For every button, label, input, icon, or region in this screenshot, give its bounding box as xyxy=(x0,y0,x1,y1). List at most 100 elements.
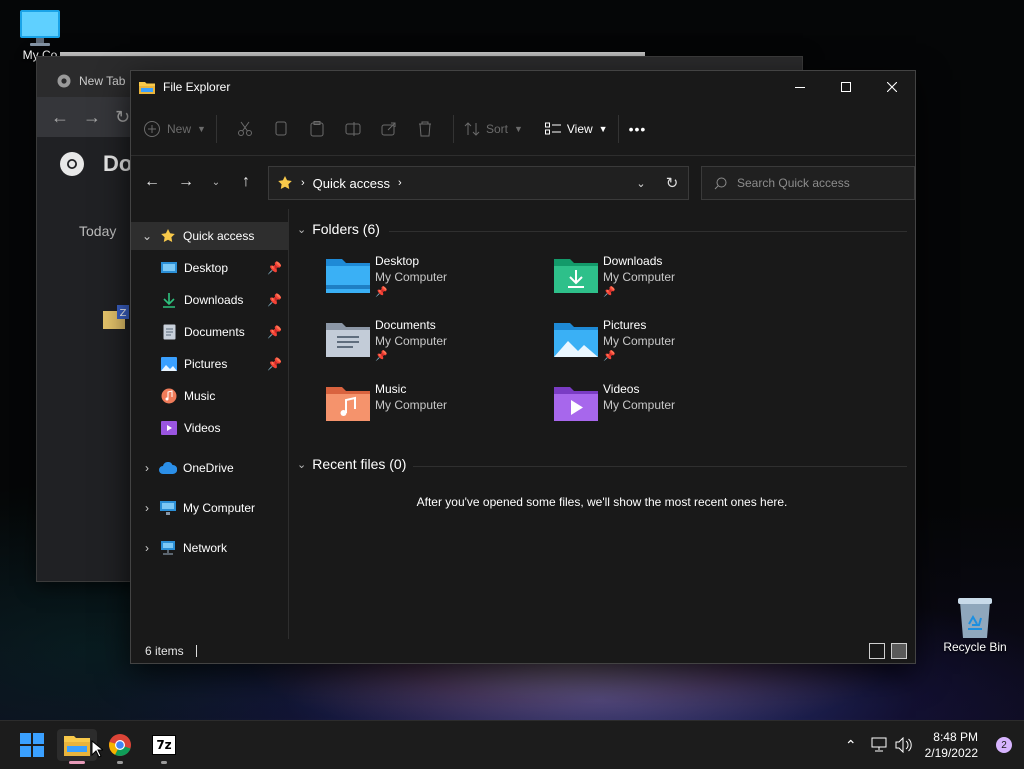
notification-badge[interactable]: 2 xyxy=(996,737,1012,753)
delete-button[interactable] xyxy=(412,116,438,142)
taskbar-7zip[interactable]: 7z xyxy=(144,729,184,764)
start-button[interactable] xyxy=(12,729,52,761)
pin-icon: 📌 xyxy=(603,287,616,298)
details-view-icon[interactable] xyxy=(869,643,885,659)
new-button[interactable]: New ▼ xyxy=(143,113,206,145)
folder-tile-videos[interactable]: Videos My Computer xyxy=(553,381,773,439)
sidebar-item-pictures[interactable]: Pictures 📌 xyxy=(131,350,288,378)
zip-file-icon[interactable]: Z xyxy=(103,305,129,331)
chevron-down-icon[interactable]: ⌄ xyxy=(140,229,154,243)
paste-icon xyxy=(310,121,324,137)
sort-button[interactable]: Sort ▼ xyxy=(464,113,523,145)
minimize-button[interactable] xyxy=(777,71,823,103)
music-icon xyxy=(161,388,177,404)
address-history-dropdown[interactable]: ⌄ xyxy=(626,177,656,190)
chrome-icon xyxy=(109,734,131,756)
chevron-right-icon[interactable]: › xyxy=(140,461,154,475)
folders-group-header[interactable]: ⌄ Folders (6) xyxy=(297,221,380,237)
sevenzip-label: 7z xyxy=(156,738,172,752)
desktop-icon-recycle-bin[interactable]: Recycle Bin xyxy=(936,596,1014,654)
file-explorer-icon xyxy=(64,736,90,756)
show-hidden-icons-button[interactable]: ⌃ xyxy=(845,737,857,754)
folder-tile-pictures[interactable]: Pictures My Computer 📌 xyxy=(553,317,773,375)
clock-date: 2/19/2022 xyxy=(924,746,978,760)
command-bar: New ▼ Sort ▼ View ▼ ••• xyxy=(131,103,915,156)
forward-button[interactable]: → xyxy=(169,168,203,196)
pin-icon: 📌 xyxy=(267,293,282,307)
pictures-folder-icon xyxy=(554,323,598,357)
sort-label: Sort xyxy=(485,122,508,136)
mouse-cursor-icon xyxy=(91,740,103,758)
pin-icon: 📌 xyxy=(267,261,282,275)
folder-location: My Computer xyxy=(375,334,448,348)
sidebar-item-videos[interactable]: Videos xyxy=(131,414,288,442)
search-box[interactable]: Search Quick access xyxy=(701,166,915,200)
folder-tile-documents[interactable]: Documents My Computer 📌 xyxy=(325,317,545,375)
up-button[interactable]: ↑ xyxy=(229,168,263,196)
sidebar-item-onedrive[interactable]: › OneDrive xyxy=(131,454,288,482)
folder-location: My Computer xyxy=(603,334,676,348)
running-indicator xyxy=(161,761,167,764)
rename-button[interactable] xyxy=(340,116,366,142)
paste-button[interactable] xyxy=(304,116,330,142)
sidebar-item-network[interactable]: › Network xyxy=(131,534,288,562)
see-more-button[interactable]: ••• xyxy=(629,113,647,145)
taskbar: 7z ⌃ 8:48 PM 2/19/2022 2 xyxy=(0,720,1024,769)
recent-group-header[interactable]: ⌄ Recent files (0) xyxy=(297,456,406,472)
maximize-button[interactable] xyxy=(823,71,869,103)
desktop: My Co New Tab ← → ↻ Do Today Z File Expl… xyxy=(0,0,1024,720)
forward-icon[interactable]: → xyxy=(83,107,101,128)
share-button[interactable] xyxy=(376,116,402,142)
recent-locations-button[interactable]: ⌄ xyxy=(203,168,229,196)
copy-button[interactable] xyxy=(268,116,294,142)
sidebar-item-desktop[interactable]: Desktop 📌 xyxy=(131,254,288,282)
view-button[interactable]: View ▼ xyxy=(544,113,608,145)
folder-tile-downloads[interactable]: Downloads My Computer 📌 xyxy=(553,253,773,311)
star-icon xyxy=(278,176,292,189)
taskbar-chrome[interactable] xyxy=(100,729,140,764)
recent-empty-message: After you've opened some files, we'll sh… xyxy=(416,495,788,509)
tiles-view-icon[interactable] xyxy=(891,643,907,659)
chevron-down-icon: ▼ xyxy=(197,124,206,134)
network-icon[interactable] xyxy=(871,737,887,753)
chevron-right-icon[interactable]: › xyxy=(398,177,402,189)
downloads-folder-icon xyxy=(554,259,598,293)
running-indicator xyxy=(117,761,123,764)
reload-icon[interactable]: ↻ xyxy=(115,107,130,128)
videos-folder-icon xyxy=(554,387,598,421)
pin-icon: 📌 xyxy=(375,351,388,362)
close-icon xyxy=(887,82,897,92)
sidebar-item-label: Desktop xyxy=(184,261,229,275)
chevron-right-icon[interactable]: › xyxy=(140,541,154,555)
back-arrow-icon: ← xyxy=(144,173,160,190)
close-button[interactable] xyxy=(869,71,915,103)
back-button[interactable]: ← xyxy=(135,168,169,196)
folder-tile-music[interactable]: Music My Computer xyxy=(325,381,545,439)
folder-name: Desktop xyxy=(375,254,420,268)
clock[interactable]: 8:48 PM 2/19/2022 xyxy=(925,729,978,761)
refresh-button[interactable]: ↻ xyxy=(656,174,688,192)
file-explorer-window[interactable]: File Explorer New ▼ Sort ▼ View ▼ ••• ← … xyxy=(130,70,916,664)
folder-tile-desktop[interactable]: Desktop My Computer 📌 xyxy=(325,253,545,311)
title-bar[interactable]: File Explorer xyxy=(131,71,915,103)
chevron-right-icon[interactable]: › xyxy=(140,501,154,515)
chevron-down-icon: ⌄ xyxy=(211,176,221,188)
sidebar-item-downloads[interactable]: Downloads 📌 xyxy=(131,286,288,314)
breadcrumb-quick-access[interactable]: Quick access xyxy=(313,176,390,191)
sidebar-item-music[interactable]: Music xyxy=(131,382,288,410)
file-explorer-icon xyxy=(139,82,155,94)
sidebar-item-label: My Computer xyxy=(183,501,256,515)
desktop-folder-icon xyxy=(326,259,370,293)
sidebar-item-documents[interactable]: Documents 📌 xyxy=(131,318,288,346)
chrome-tab-title: New Tab xyxy=(79,74,126,88)
up-arrow-icon: ↑ xyxy=(242,173,250,190)
sidebar-item-my-computer[interactable]: › My Computer xyxy=(131,494,288,522)
volume-icon[interactable] xyxy=(895,737,913,753)
address-bar[interactable]: › Quick access › ⌄ ↻ xyxy=(268,166,689,200)
chevron-down-icon: ▼ xyxy=(513,124,523,134)
back-icon[interactable]: ← xyxy=(51,107,69,128)
sidebar-item-quick-access[interactable]: ⌄ Quick access xyxy=(131,222,288,250)
recent-group-title: Recent files (0) xyxy=(312,456,407,472)
cut-button[interactable] xyxy=(232,116,258,142)
forward-arrow-icon: → xyxy=(178,173,194,190)
